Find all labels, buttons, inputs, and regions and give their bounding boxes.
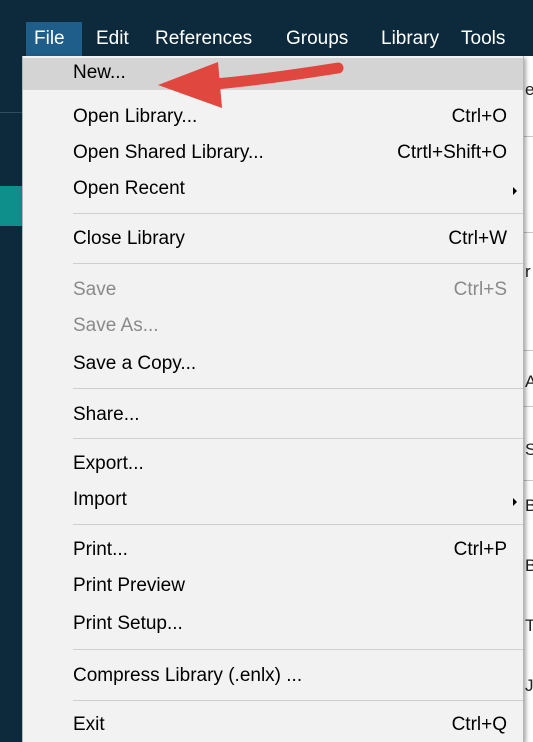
menu-item-label: New... [73,62,126,83]
menu-item-label: Open Recent [73,178,185,199]
menu-item-save-as[interactable]: Save As... [23,311,523,343]
menu-item-shortcut: Ctrtl+Shift+O [397,142,507,163]
submenu-arrow-icon [513,187,517,195]
peek-letter: T [525,616,533,635]
peek-letter: A [525,372,533,391]
peek-letter: S [525,440,533,459]
menu-separator [73,438,523,439]
menu-item-shortcut: Ctrl+Q [451,714,507,735]
menu-item-shortcut: Ctrl+O [451,106,507,127]
menu-tools[interactable]: Tools [461,22,505,56]
peek-letter: e [525,80,533,99]
menu-item-print-setup[interactable]: Print Setup... [23,609,523,641]
menu-item-label: Print... [73,539,128,560]
submenu-arrow-icon [513,498,517,506]
menu-item-label: Close Library [73,228,185,249]
menu-item-label: Print Setup... [73,613,183,634]
menu-item-shortcut: Ctrl+W [448,228,507,249]
menu-item-open-library[interactable]: Open Library... Ctrl+O [23,102,523,134]
menu-item-close-library[interactable]: Close Library Ctrl+W [23,224,523,256]
menu-item-new[interactable]: New... [23,58,523,90]
menu-item-export[interactable]: Export... [23,449,523,481]
menu-item-shortcut: Ctrl+P [453,539,507,560]
peek-letter: B [525,496,533,515]
menu-separator [73,263,523,264]
menu-item-shortcut: Ctrl+S [453,279,507,300]
menu-item-open-recent[interactable]: Open Recent [23,174,523,206]
menu-item-label: Export... [73,453,144,474]
menu-item-compress-library[interactable]: Compress Library (.enlx) ... [23,661,523,693]
menu-separator [73,524,523,525]
menu-item-label: Print Preview [73,575,185,596]
menu-item-open-shared-library[interactable]: Open Shared Library... Ctrtl+Shift+O [23,138,523,170]
menu-item-exit[interactable]: Exit Ctrl+Q [23,710,523,742]
menu-item-save-a-copy[interactable]: Save a Copy... [23,349,523,381]
menu-separator [73,388,523,389]
selected-group-highlight [0,186,22,226]
menu-item-label: Compress Library (.enlx) ... [73,665,303,686]
menu-item-share[interactable]: Share... [23,400,523,432]
menu-references[interactable]: References [155,22,252,56]
peek-letter: r [525,262,531,281]
app-content-peek: e r A S B B T J [524,56,533,742]
file-menu-dropdown: New... Open Library... Ctrl+O Open Share… [22,56,524,742]
menu-item-label: Save [73,279,117,300]
menu-item-label: Save As... [73,315,159,336]
menu-item-label: Save a Copy... [73,353,197,374]
menu-edit[interactable]: Edit [96,22,129,56]
menu-separator [73,700,523,701]
menu-item-label: Open Library... [73,106,198,127]
menu-bar: File Edit References Groups Library Tool… [0,0,533,56]
menu-item-print[interactable]: Print... Ctrl+P [23,535,523,567]
menu-item-save[interactable]: Save Ctrl+S [23,275,523,307]
menu-item-label: Share... [73,404,140,425]
peek-letter: J [525,676,533,695]
menu-item-label: Import [73,489,127,510]
peek-letter: B [525,556,533,575]
menu-separator [73,213,523,214]
menu-item-print-preview[interactable]: Print Preview [23,571,523,603]
menu-item-import[interactable]: Import [23,485,523,517]
menu-separator [73,649,523,650]
menu-item-label: Exit [73,714,105,735]
app-left-panel [0,56,22,742]
menu-groups[interactable]: Groups [286,22,348,56]
menu-library[interactable]: Library [381,22,439,56]
menu-file[interactable]: File [26,22,82,56]
menu-item-label: Open Shared Library... [73,142,264,163]
